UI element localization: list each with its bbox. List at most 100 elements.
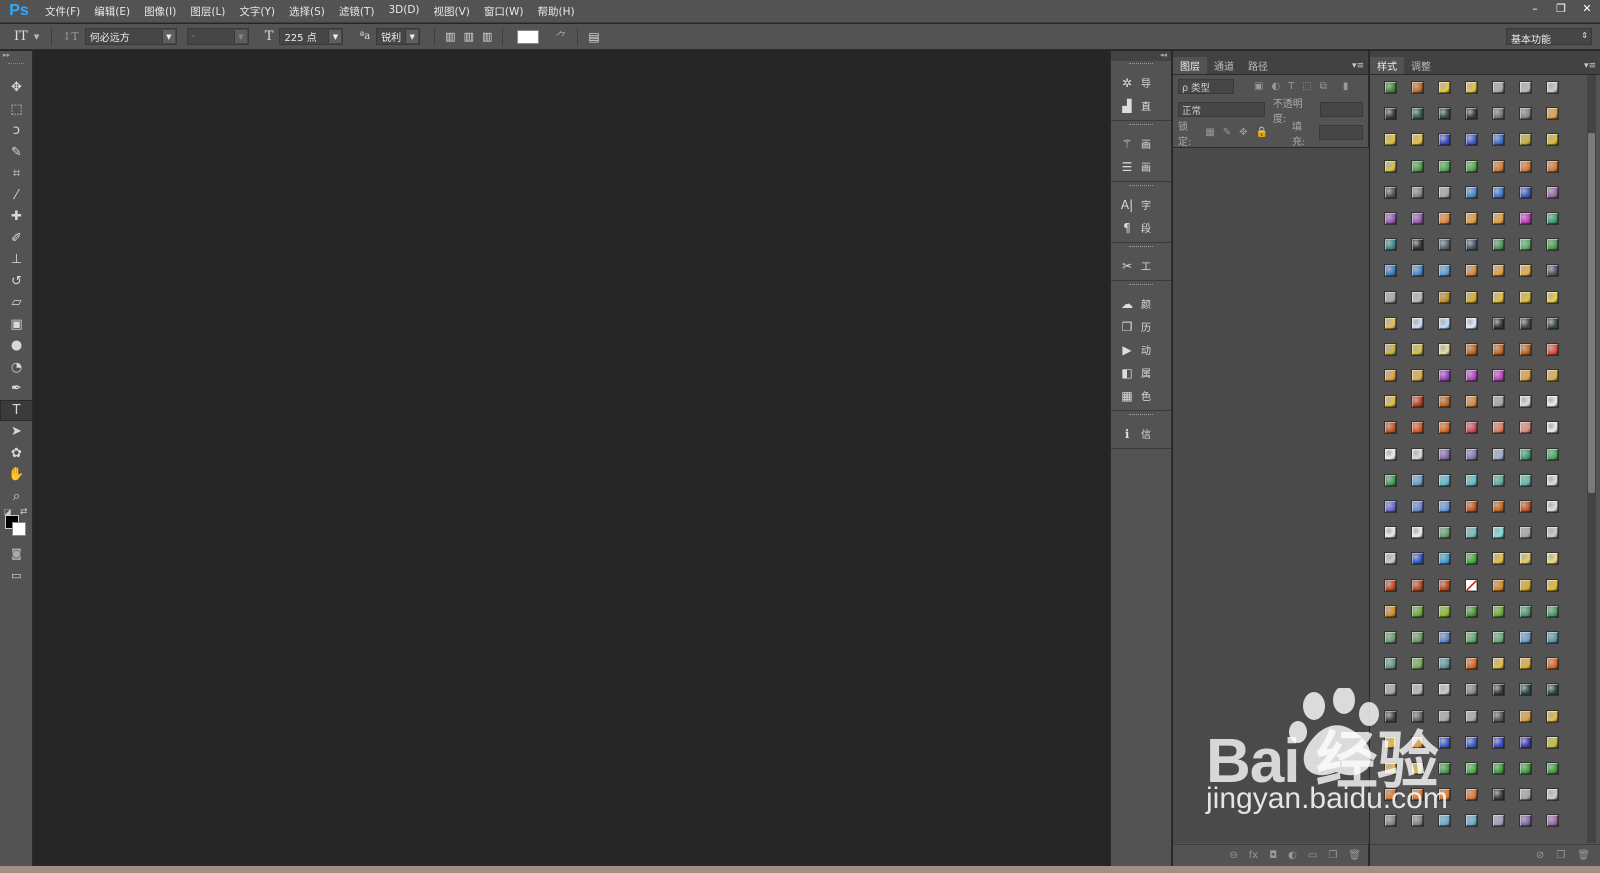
- style-preset[interactable]: [1459, 258, 1485, 284]
- style-preset[interactable]: [1486, 337, 1512, 363]
- lasso-tool[interactable]: ↄ: [0, 120, 33, 142]
- style-preset[interactable]: [1432, 520, 1458, 546]
- style-preset[interactable]: [1405, 101, 1431, 127]
- tab-styles[interactable]: 样式: [1370, 57, 1404, 74]
- dock-panel-button[interactable]: ✂ 工: [1111, 254, 1171, 277]
- style-preset[interactable]: [1540, 782, 1566, 808]
- style-preset[interactable]: [1432, 127, 1458, 153]
- style-preset[interactable]: [1486, 756, 1512, 782]
- style-preset[interactable]: [1405, 677, 1431, 703]
- blur-tool[interactable]: ●: [0, 335, 33, 357]
- style-preset[interactable]: [1486, 75, 1512, 101]
- style-preset[interactable]: [1513, 468, 1539, 494]
- lock-pixels-icon[interactable]: ✎: [1223, 127, 1231, 138]
- style-preset[interactable]: [1432, 75, 1458, 101]
- menu-item[interactable]: 编辑(E): [87, 4, 137, 19]
- style-preset[interactable]: [1378, 127, 1404, 153]
- style-preset[interactable]: [1540, 337, 1566, 363]
- style-preset[interactable]: [1405, 311, 1431, 337]
- style-preset[interactable]: [1432, 258, 1458, 284]
- style-preset[interactable]: [1432, 625, 1458, 651]
- filter-shape-icon[interactable]: ⬚: [1302, 81, 1311, 92]
- style-preset[interactable]: [1378, 232, 1404, 258]
- style-preset[interactable]: [1540, 154, 1566, 180]
- layers-list[interactable]: [1173, 147, 1369, 843]
- style-preset[interactable]: [1432, 180, 1458, 206]
- style-preset[interactable]: [1432, 468, 1458, 494]
- style-preset[interactable]: [1378, 206, 1404, 232]
- style-preset[interactable]: [1540, 442, 1566, 468]
- style-preset[interactable]: [1486, 442, 1512, 468]
- footer-action-icon[interactable]: ❐: [1328, 850, 1337, 861]
- tab-layers[interactable]: 图层: [1173, 57, 1207, 74]
- toolbar-grip[interactable]: [8, 63, 24, 77]
- text-color-swatch[interactable]: [517, 29, 540, 44]
- style-preset[interactable]: [1486, 782, 1512, 808]
- style-preset[interactable]: [1459, 311, 1485, 337]
- style-preset[interactable]: [1432, 546, 1458, 572]
- style-preset[interactable]: [1432, 285, 1458, 311]
- style-preset[interactable]: [1459, 468, 1485, 494]
- style-preset[interactable]: [1486, 101, 1512, 127]
- dock-group-grip[interactable]: [1129, 124, 1153, 130]
- style-preset[interactable]: [1540, 258, 1566, 284]
- filter-smart-icon[interactable]: ⧉: [1320, 81, 1327, 92]
- style-preset[interactable]: [1405, 704, 1431, 730]
- lock-position-icon[interactable]: ✥: [1239, 127, 1247, 138]
- style-preset[interactable]: [1513, 180, 1539, 206]
- style-preset[interactable]: [1486, 546, 1512, 572]
- dodge-tool[interactable]: ◔: [0, 357, 33, 379]
- style-preset[interactable]: [1432, 756, 1458, 782]
- style-preset[interactable]: [1459, 651, 1485, 677]
- gradient-tool[interactable]: ▣: [0, 314, 33, 336]
- style-preset[interactable]: [1486, 599, 1512, 625]
- style-preset[interactable]: [1459, 101, 1485, 127]
- style-preset[interactable]: [1378, 704, 1404, 730]
- swap-colors-icon[interactable]: ⇄: [20, 507, 28, 517]
- dock-group-grip[interactable]: [1129, 246, 1153, 252]
- dock-group-grip[interactable]: [1129, 63, 1153, 69]
- style-preset[interactable]: [1459, 415, 1485, 441]
- align-right-icon[interactable]: ▥: [482, 30, 492, 43]
- style-preset[interactable]: [1540, 285, 1566, 311]
- style-preset[interactable]: [1459, 808, 1485, 834]
- eyedropper-tool[interactable]: ⁄: [0, 185, 33, 207]
- type-tool[interactable]: T: [0, 399, 33, 421]
- panel-menu-icon[interactable]: ▾≡: [1584, 61, 1596, 71]
- style-preset[interactable]: [1513, 494, 1539, 520]
- menu-item[interactable]: 选择(S): [282, 4, 332, 19]
- screen-mode-icon[interactable]: ▭: [0, 565, 33, 587]
- style-preset[interactable]: [1405, 206, 1431, 232]
- style-preset[interactable]: [1405, 808, 1431, 834]
- style-preset[interactable]: [1459, 206, 1485, 232]
- style-preset[interactable]: [1459, 730, 1485, 756]
- style-preset[interactable]: [1459, 75, 1485, 101]
- style-preset[interactable]: [1405, 337, 1431, 363]
- dock-panel-button[interactable]: ✲ 导: [1111, 71, 1171, 94]
- style-preset[interactable]: [1459, 389, 1485, 415]
- background-color[interactable]: [12, 522, 26, 536]
- style-preset[interactable]: [1378, 677, 1404, 703]
- dock-panel-button[interactable]: ▦ 色: [1111, 384, 1171, 407]
- text-orientation-icon[interactable]: ↕T: [62, 30, 79, 43]
- brush-tool[interactable]: ✐: [0, 228, 33, 250]
- lock-all-icon[interactable]: 🔒: [1255, 127, 1267, 138]
- style-preset[interactable]: [1540, 677, 1566, 703]
- style-preset[interactable]: [1486, 258, 1512, 284]
- character-panel-icon[interactable]: ▤: [588, 30, 599, 44]
- panel-menu-icon[interactable]: ▾≡: [1352, 61, 1364, 71]
- style-preset[interactable]: [1432, 206, 1458, 232]
- style-preset[interactable]: [1486, 154, 1512, 180]
- style-preset[interactable]: [1540, 573, 1566, 599]
- style-preset[interactable]: [1432, 101, 1458, 127]
- style-preset[interactable]: [1513, 311, 1539, 337]
- crop-tool[interactable]: ⌗: [0, 163, 33, 185]
- antialias-select[interactable]: 锐利 ▼: [376, 28, 421, 45]
- style-preset[interactable]: [1540, 651, 1566, 677]
- style-preset[interactable]: [1486, 677, 1512, 703]
- style-preset[interactable]: [1513, 651, 1539, 677]
- style-preset[interactable]: [1459, 546, 1485, 572]
- style-preset[interactable]: [1432, 782, 1458, 808]
- style-preset[interactable]: [1378, 363, 1404, 389]
- tab-channels[interactable]: 通道: [1207, 57, 1241, 74]
